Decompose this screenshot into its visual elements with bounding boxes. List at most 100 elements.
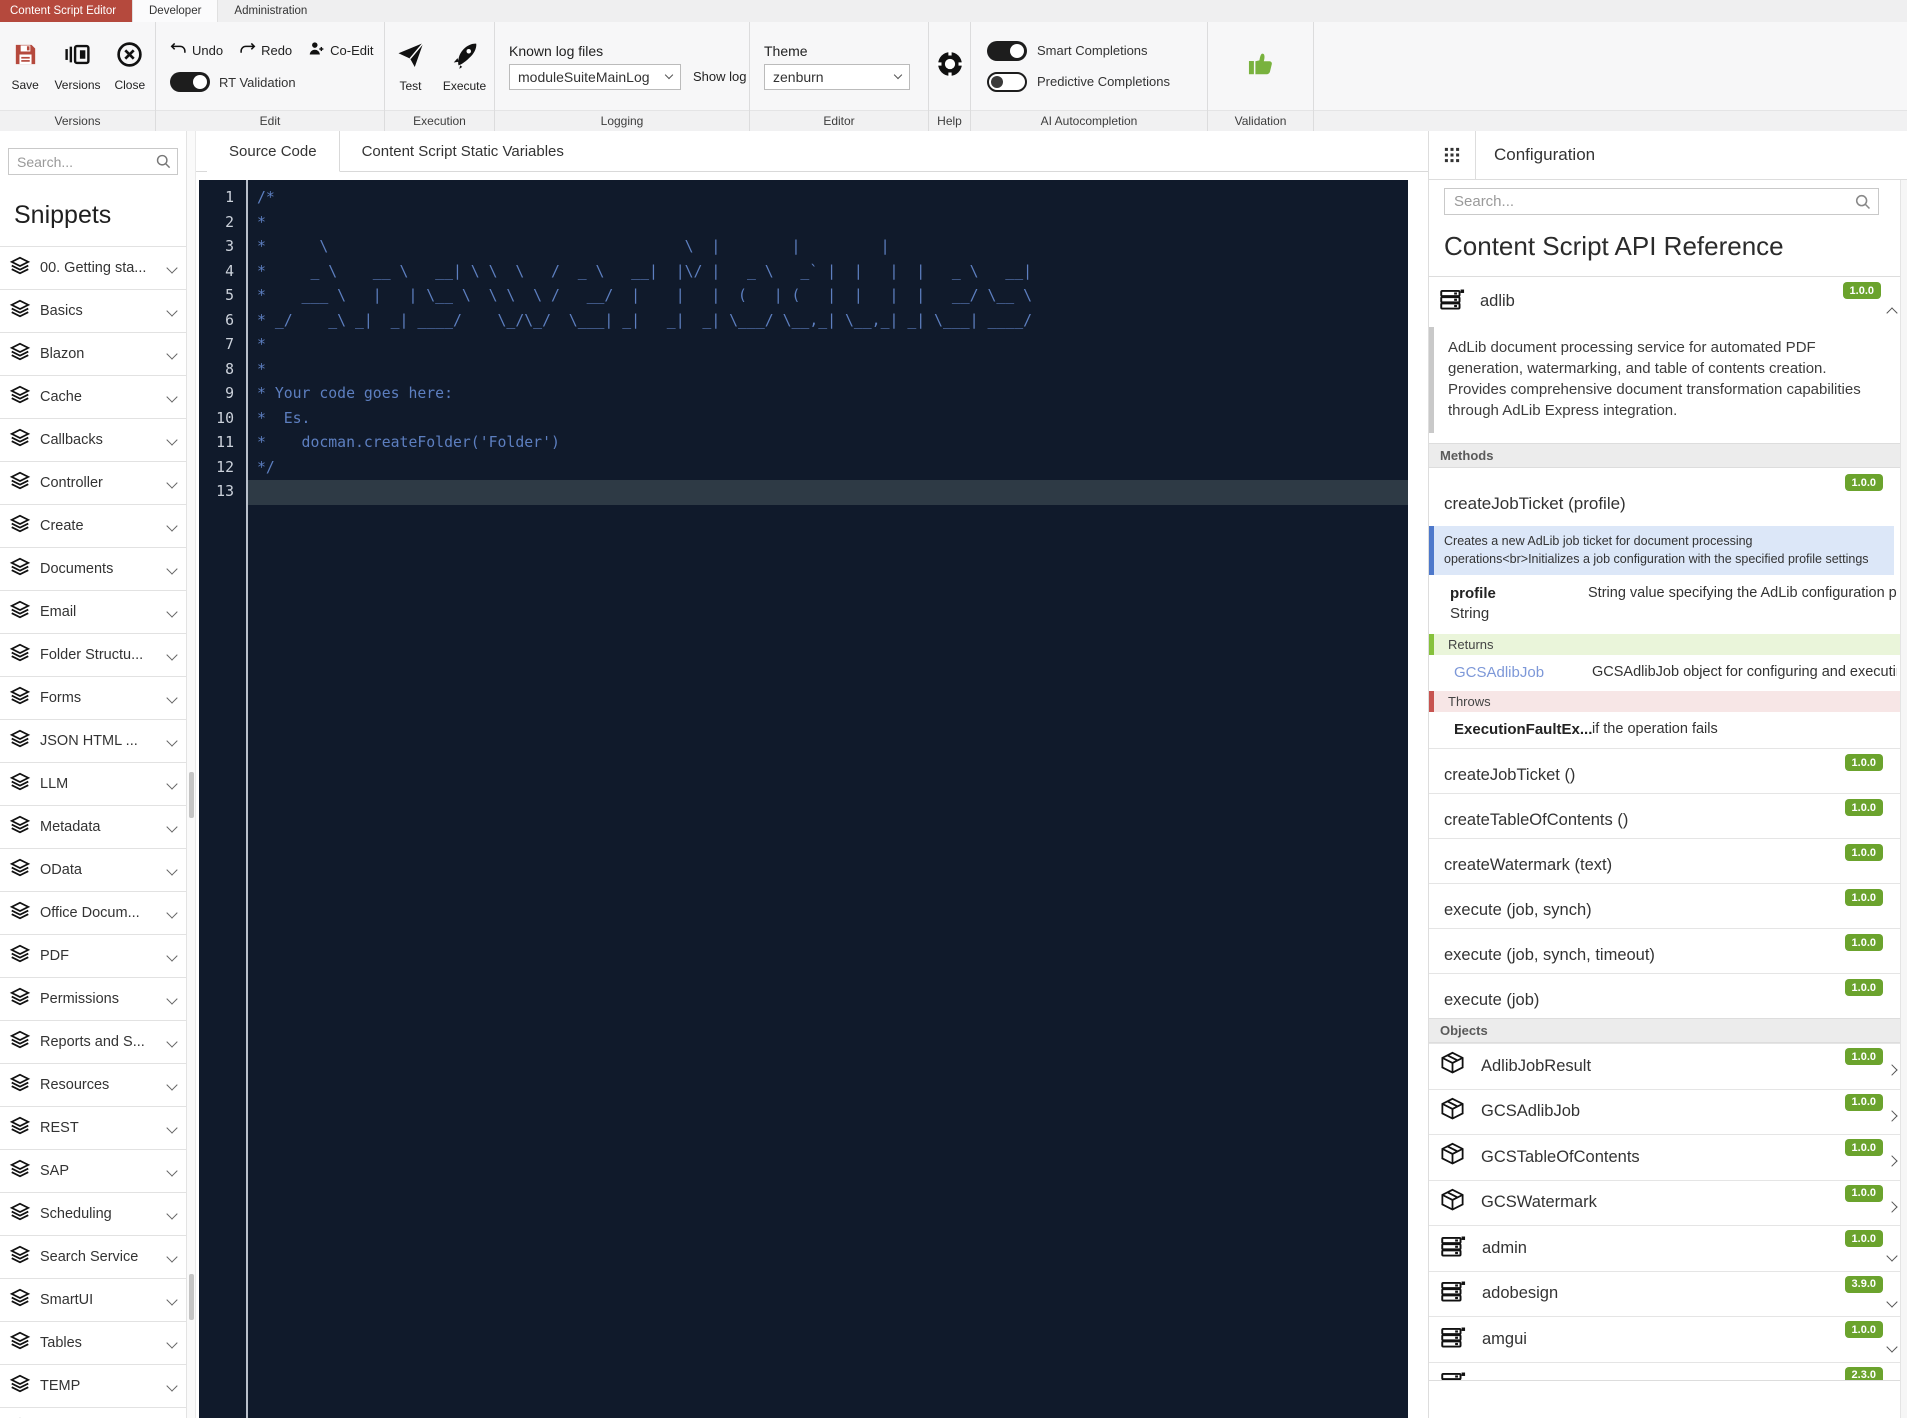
- snippet-category-item[interactable]: Controller: [0, 461, 186, 504]
- code-editor[interactable]: 1 /* 2 * 3 * \ \ | | | 4 * _ \ __ \ __| …: [199, 180, 1408, 1418]
- line-content: *: [257, 213, 266, 231]
- snippet-category-label: Folder Structu...: [40, 647, 144, 663]
- snippet-category-item[interactable]: Basics: [0, 289, 186, 332]
- snippet-category-item[interactable]: Search Service: [0, 1235, 186, 1278]
- snippet-category-item[interactable]: Documents: [0, 547, 186, 590]
- tab-developer[interactable]: Developer: [132, 0, 219, 22]
- snippet-category-item[interactable]: TEMP: [0, 1364, 186, 1407]
- snippet-category-item[interactable]: Reports and S...: [0, 1020, 186, 1063]
- api-search-input[interactable]: [1444, 188, 1879, 215]
- object-row[interactable]: amgui 1.0.0: [1429, 1316, 1907, 1362]
- versions-button[interactable]: Versions: [52, 40, 102, 92]
- snippet-category-item[interactable]: Permissions: [0, 977, 186, 1020]
- snippet-category-item[interactable]: Forms: [0, 676, 186, 719]
- method-row[interactable]: 1.0.0 createTableOfContents (): [1429, 793, 1907, 838]
- object-row[interactable]: AdlibJobResult 1.0.0: [1429, 1043, 1907, 1089]
- snippet-category-item[interactable]: Email: [0, 590, 186, 633]
- code-line[interactable]: 2 *: [199, 211, 1408, 236]
- method-row[interactable]: 1.0.0 execute (job): [1429, 973, 1907, 1018]
- log-file-select[interactable]: moduleSuiteMainLog: [509, 63, 681, 90]
- return-type-link[interactable]: GCSAdlibJob: [1454, 664, 1592, 681]
- code-line[interactable]: 3 * \ \ | | |: [199, 235, 1408, 260]
- snippet-category-item[interactable]: Tables: [0, 1321, 186, 1364]
- chevron-down-icon: [166, 1208, 178, 1220]
- object-row[interactable]: aws 2.3.0: [1429, 1361, 1907, 1380]
- snippet-category-item[interactable]: REST: [0, 1106, 186, 1149]
- tab-source-code[interactable]: Source Code: [207, 131, 340, 172]
- code-line[interactable]: 11 * docman.createFolder('Folder'): [199, 431, 1408, 456]
- snippet-category-item[interactable]: Metadata: [0, 805, 186, 848]
- api-reference-title: Content Script API Reference: [1444, 231, 1784, 261]
- snippets-search-input[interactable]: [8, 148, 178, 175]
- snippet-category-item[interactable]: SAP: [0, 1149, 186, 1192]
- code-line[interactable]: 7 *: [199, 333, 1408, 358]
- test-button[interactable]: Test: [388, 40, 434, 93]
- rt-validation-toggle[interactable]: [170, 72, 210, 92]
- snippet-category-item[interactable]: Cache: [0, 375, 186, 418]
- tab-administration[interactable]: Administration: [218, 0, 323, 22]
- method-row[interactable]: 1.0.0 execute (job, synch): [1429, 883, 1907, 928]
- method-row[interactable]: 1.0.0 createJobTicket (): [1429, 748, 1907, 793]
- chevron-icon[interactable]: [1886, 1295, 1898, 1308]
- co-edit-button[interactable]: Co-Edit: [308, 40, 374, 60]
- snippet-category-item[interactable]: OData: [0, 848, 186, 891]
- chevron-icon[interactable]: [1886, 1250, 1898, 1262]
- code-line[interactable]: 9 * Your code goes here:: [199, 382, 1408, 407]
- scrollbar-thumb[interactable]: [189, 772, 194, 818]
- layers-icon: [9, 1373, 31, 1400]
- chevron-up-icon[interactable]: [1886, 307, 1898, 319]
- scrollbar-thumb[interactable]: [189, 1274, 194, 1320]
- chevron-icon[interactable]: [1886, 1064, 1898, 1076]
- life-buoy-icon[interactable]: [935, 49, 965, 84]
- code-line[interactable]: 6 * _/ _\ _| _| ____/ \_/\_/ \___| _| _|…: [199, 309, 1408, 334]
- snippet-category-item[interactable]: Office Docum...: [0, 891, 186, 934]
- object-row[interactable]: GCSAdlibJob 1.0.0: [1429, 1088, 1907, 1135]
- code-line[interactable]: 10 * Es.: [199, 407, 1408, 432]
- chevron-icon[interactable]: [1886, 1341, 1898, 1353]
- snippet-category-item[interactable]: Folder Structu...: [0, 633, 186, 676]
- snippet-category-item[interactable]: LLM: [0, 762, 186, 805]
- predictive-completions-toggle[interactable]: [987, 71, 1027, 92]
- snippet-category-item[interactable]: Blazon: [0, 332, 186, 375]
- execute-button[interactable]: Execute: [438, 40, 492, 93]
- snippet-category-item[interactable]: Scheduling: [0, 1192, 186, 1235]
- service-row-adlib[interactable]: adlib 1.0.0: [1429, 277, 1907, 325]
- code-line[interactable]: 4 * _ \ __ \ __| \ \ \ / _ \ __| |\/ | _…: [199, 260, 1408, 285]
- snippet-category-item[interactable]: JSON HTML ...: [0, 719, 186, 762]
- sidebar-scrollbar[interactable]: [186, 131, 196, 1418]
- snippet-category-item[interactable]: Create: [0, 504, 186, 547]
- redo-button[interactable]: Redo: [239, 40, 292, 60]
- chevron-icon[interactable]: [1886, 1109, 1898, 1122]
- chevron-icon[interactable]: [1886, 1200, 1898, 1213]
- line-number: 5: [225, 287, 234, 304]
- object-row[interactable]: admin 1.0.0: [1429, 1225, 1907, 1271]
- method-expanded[interactable]: 1.0.0 createJobTicket (profile) Creates …: [1429, 468, 1907, 748]
- method-row[interactable]: 1.0.0 createWatermark (text): [1429, 838, 1907, 883]
- code-line[interactable]: 8 *: [199, 358, 1408, 383]
- theme-select[interactable]: zenburn: [764, 63, 910, 90]
- panel-scrollbar[interactable]: [1900, 180, 1907, 1418]
- snippet-category-item[interactable]: UI Enhancem...: [0, 1407, 186, 1418]
- show-log-button[interactable]: Show log: [693, 69, 746, 84]
- api-list[interactable]: adlib 1.0.0 AdLib document processing se…: [1429, 276, 1907, 1381]
- close-button[interactable]: Close: [105, 40, 155, 92]
- snippet-category-item[interactable]: Callbacks: [0, 418, 186, 461]
- undo-button[interactable]: Undo: [170, 40, 223, 60]
- save-button[interactable]: Save: [0, 40, 50, 92]
- snippet-category-item[interactable]: PDF: [0, 934, 186, 977]
- smart-completions-toggle[interactable]: [987, 40, 1027, 61]
- snippet-category-item[interactable]: Resources: [0, 1063, 186, 1106]
- code-line[interactable]: 12 */: [199, 456, 1408, 481]
- grid-icon[interactable]: [1429, 131, 1476, 179]
- code-line[interactable]: 5 * ___ \ | | \__ \ \ \ \ / __/ | | | ( …: [199, 284, 1408, 309]
- object-row[interactable]: GCSWatermark 1.0.0: [1429, 1179, 1907, 1226]
- chevron-icon[interactable]: [1886, 1155, 1898, 1167]
- tab-static-variables[interactable]: Content Script Static Variables: [340, 131, 586, 171]
- snippet-category-item[interactable]: SmartUI: [0, 1278, 186, 1321]
- code-line[interactable]: 13: [199, 480, 1408, 505]
- object-row[interactable]: GCSTableOfContents 1.0.0: [1429, 1134, 1907, 1180]
- method-row[interactable]: 1.0.0 execute (job, synch, timeout): [1429, 928, 1907, 973]
- snippet-category-item[interactable]: 00. Getting sta...: [0, 246, 186, 289]
- code-line[interactable]: 1 /*: [199, 186, 1408, 211]
- object-row[interactable]: adobesign 3.9.0: [1429, 1270, 1907, 1317]
